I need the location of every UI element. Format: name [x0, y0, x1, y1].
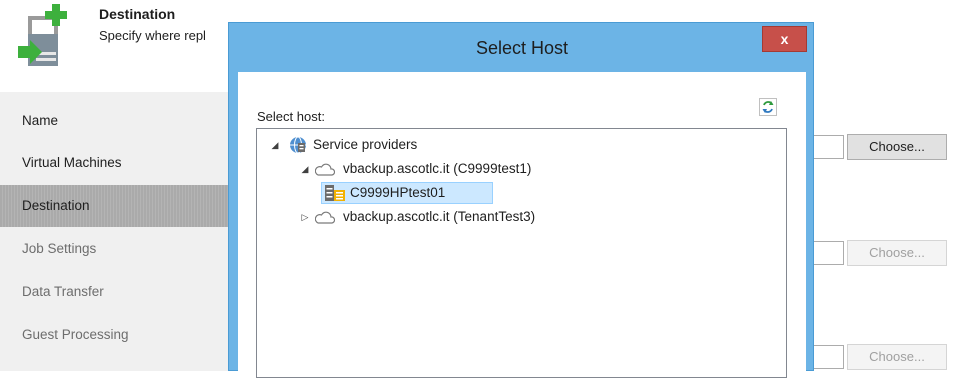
- refresh-icon[interactable]: [759, 98, 777, 116]
- choose-vm-folder-button: Choose...: [847, 344, 947, 370]
- nav-item-job-settings: Job Settings: [22, 241, 97, 256]
- collapse-arrow-icon[interactable]: ▷: [299, 206, 311, 228]
- tree-node-label: Service providers: [313, 137, 418, 152]
- expand-arrow-icon[interactable]: ◢: [299, 158, 311, 180]
- host-icon: [325, 185, 345, 201]
- nav-item-virtual-machines[interactable]: Virtual Machines: [0, 142, 231, 184]
- step-subtitle: Specify where repl: [99, 28, 206, 43]
- nav-item-destination[interactable]: Destination: [0, 185, 231, 227]
- cloud-icon: [315, 163, 335, 176]
- wizard-steps-panel: Name Virtual Machines Destination Job Se…: [0, 92, 231, 371]
- select-host-label: Select host:: [257, 109, 325, 124]
- select-host-dialog: Select Host x Select host: ◢ Service pro…: [228, 22, 814, 378]
- tree-node-label: C9999HPtest01: [350, 185, 446, 200]
- step-title: Destination: [99, 6, 176, 22]
- close-button[interactable]: x: [762, 26, 807, 52]
- dialog-title: Select Host: [475, 38, 569, 58]
- choose-host-button[interactable]: Choose...: [847, 134, 947, 160]
- nav-item-name[interactable]: Name: [0, 100, 231, 142]
- expand-arrow-icon[interactable]: ◢: [269, 134, 281, 156]
- service-providers-icon: [290, 136, 306, 154]
- host-tree[interactable]: ◢ Service providers ◢ vbackup.ascotlc.it: [256, 128, 787, 378]
- choose-resource-pool-button: Choose...: [847, 240, 947, 266]
- tree-node-label: vbackup.ascotlc.it (C9999test1): [343, 161, 532, 176]
- cloud-icon: [315, 211, 335, 224]
- nav-item-guest-processing: Guest Processing: [22, 327, 129, 342]
- replication-wizard-icon: [18, 4, 67, 66]
- tree-node-label: vbackup.ascotlc.it (TenantTest3): [343, 209, 536, 224]
- nav-item-data-transfer: Data Transfer: [22, 284, 104, 299]
- dialog-body: Select host: ◢ Service providers ◢ vback…: [238, 72, 806, 378]
